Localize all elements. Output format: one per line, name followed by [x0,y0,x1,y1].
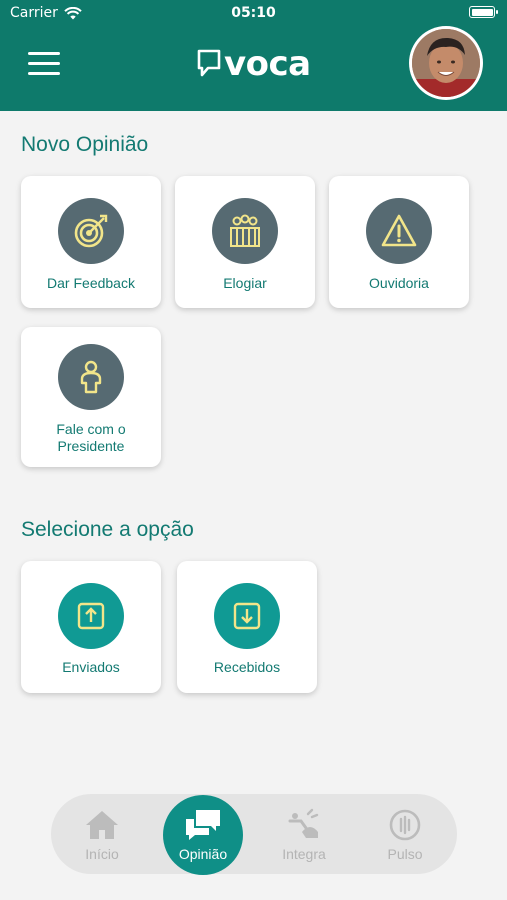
card-label: Elogiar [223,275,267,291]
nav-label: Pulso [387,846,423,862]
card-label: Ouvidoria [369,275,429,291]
user-avatar[interactable] [409,26,483,100]
nav-label: Início [85,846,119,862]
nav-item-opiniao[interactable]: Opinião [163,795,243,875]
app-header: voca [0,26,507,111]
pulse-icon [389,809,421,841]
card-ouvidoria[interactable]: Ouvidoria [329,176,469,308]
nav-label: Opinião [178,846,228,862]
bottom-navigation: Início Integra Pulso [51,794,457,874]
card-fale-com-o-presidente[interactable]: Fale com o Presidente [21,327,161,467]
battery-icon [469,6,498,18]
logo-text: voca [224,44,311,84]
section-title-novo-opiniao: Novo Opinião [21,133,149,156]
applause-icon [212,198,278,264]
arrow-up-box-icon [58,583,124,649]
app-logo: voca [196,44,311,84]
nav-item-inicio[interactable]: Início [62,794,142,874]
status-time: 05:10 [231,5,276,21]
card-label: Enviados [62,659,120,675]
speech-bubble-logo-icon [197,49,221,77]
card-label-line-2: Presidente [57,438,125,454]
nav-item-integra[interactable]: Integra [264,794,344,874]
hamburger-menu-button[interactable] [28,52,60,76]
card-label: Recebidos [213,659,281,675]
warning-icon [366,198,432,264]
chat-bubbles-icon [186,810,220,840]
card-label-line-1: Fale com o [56,421,126,437]
person-icon [58,344,124,410]
nav-item-pulso[interactable]: Pulso [365,794,445,874]
section-title-selecione: Selecione a opção [21,518,194,541]
card-elogiar[interactable]: Elogiar [175,176,315,308]
home-icon [86,811,118,839]
integra-icon [288,808,319,838]
nav-label: Integra [282,846,326,862]
card-enviados[interactable]: Enviados [21,561,161,693]
card-recebidos[interactable]: Recebidos [177,561,317,693]
card-dar-feedback[interactable]: Dar Feedback [21,176,161,308]
status-bar: Carrier 05:10 [0,0,507,26]
target-icon [58,198,124,264]
arrow-down-box-icon [214,583,280,649]
card-label: Dar Feedback [47,275,135,291]
